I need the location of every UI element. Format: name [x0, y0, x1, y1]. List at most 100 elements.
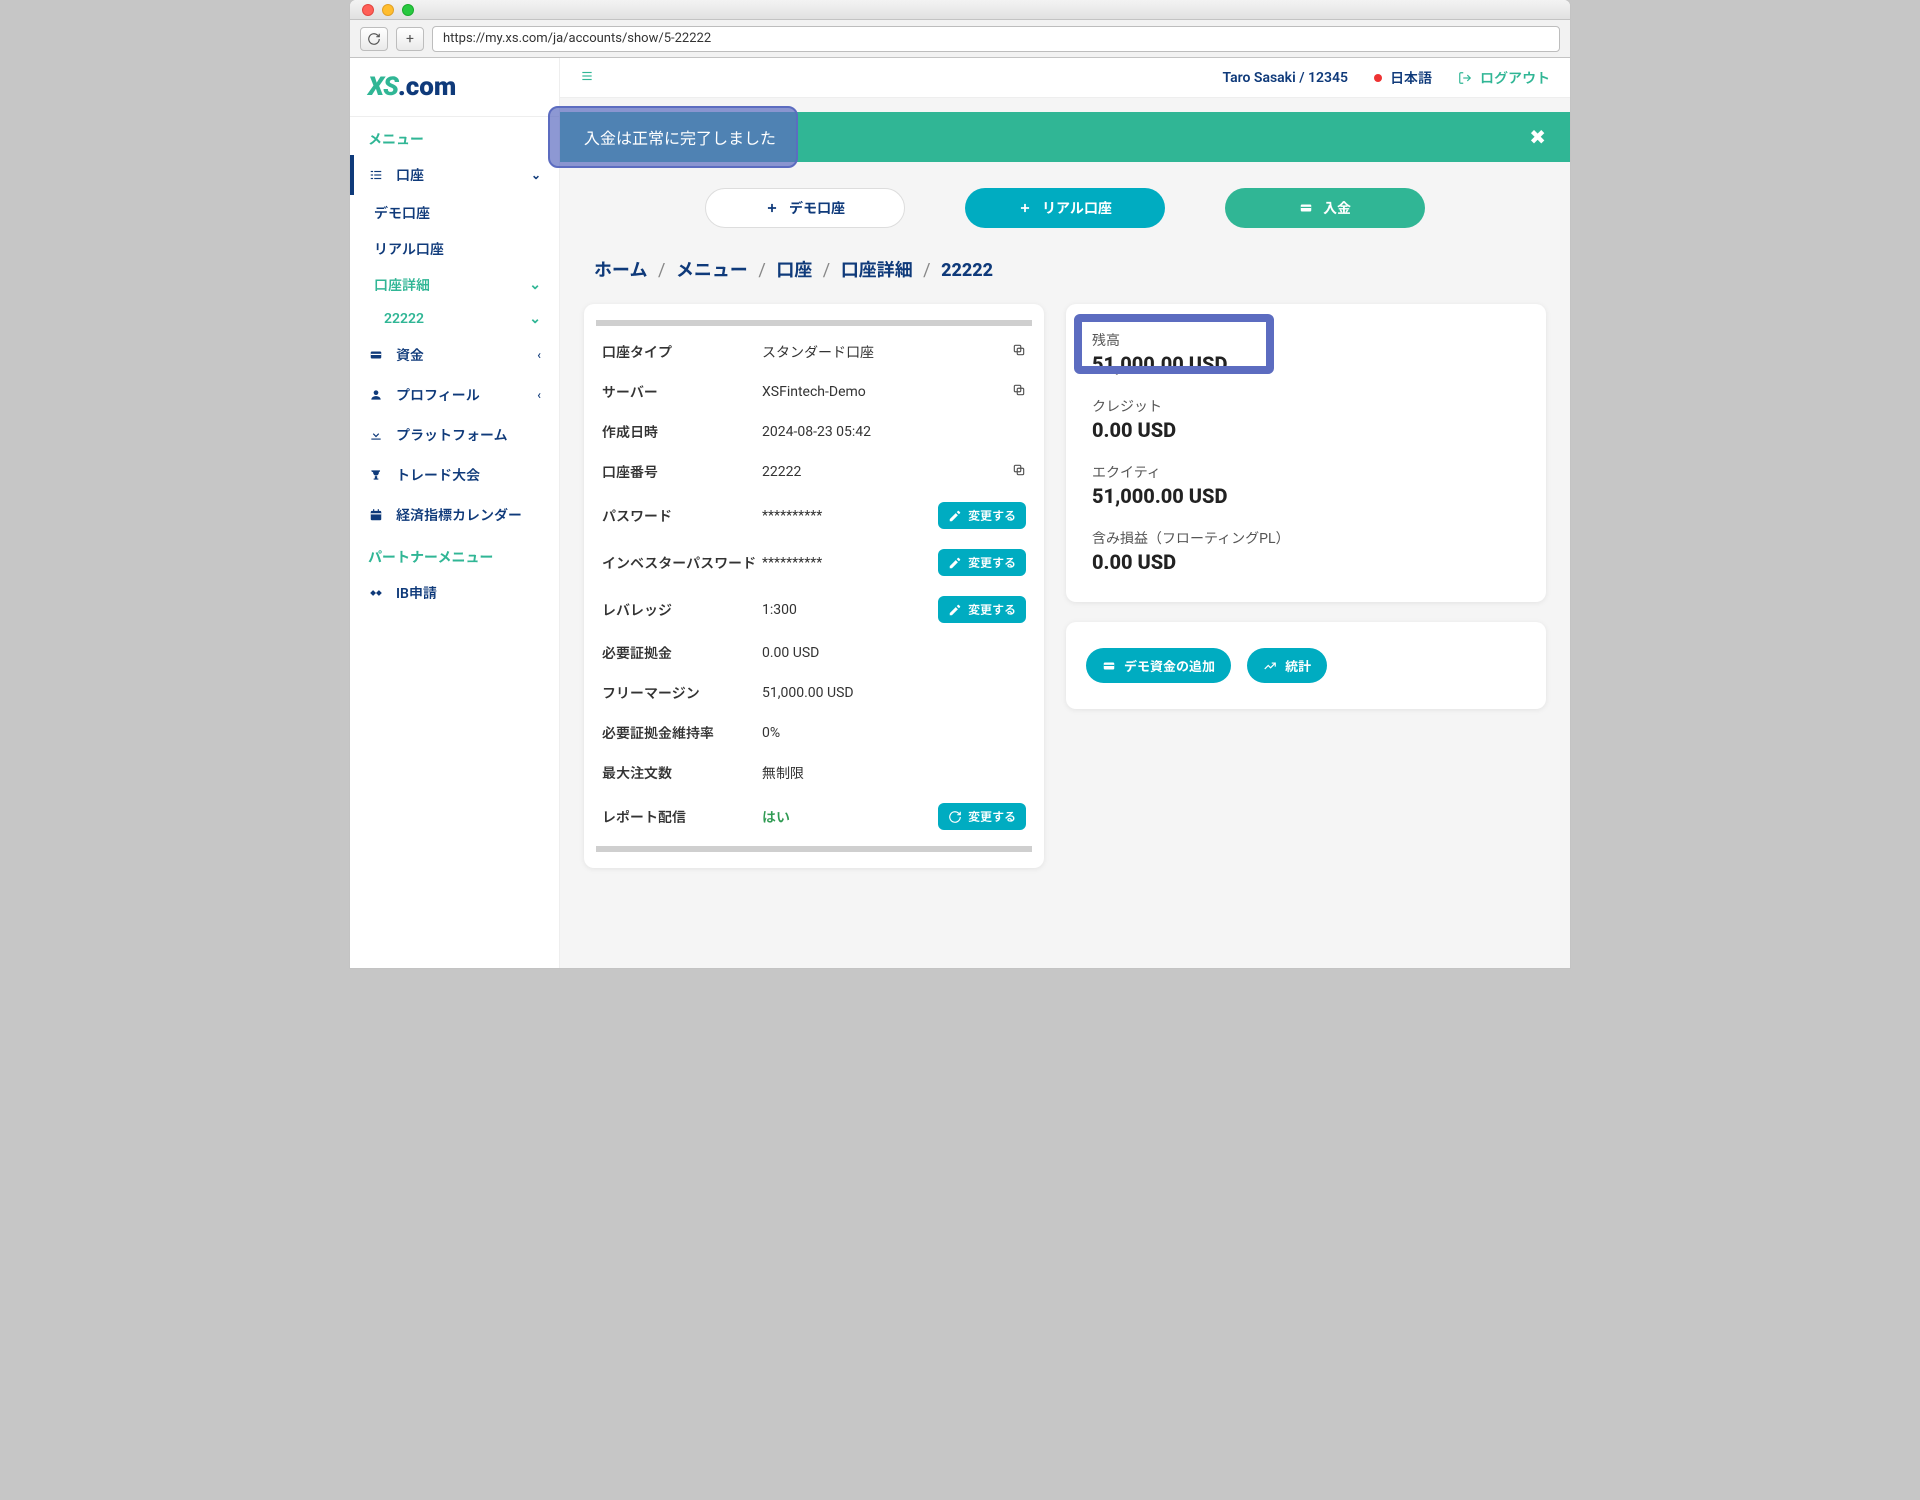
button-label: 統計: [1285, 656, 1311, 675]
crumb-current: 22222: [941, 260, 993, 281]
detail-label: 口座タイプ: [602, 342, 762, 362]
balance-label: 含み損益（フローティングPL）: [1092, 528, 1520, 548]
list-icon: [368, 167, 384, 183]
logout-label: ログアウト: [1480, 68, 1550, 88]
detail-value: **********: [762, 508, 938, 524]
balance-label: 残高: [1092, 330, 1520, 350]
window-close-dot[interactable]: [362, 4, 374, 16]
sidebar-item-ib[interactable]: IB申請: [350, 573, 559, 613]
button-label: デモ口座: [789, 198, 845, 218]
sidebar-section-menu: メニュー: [350, 117, 559, 155]
detail-row-password: パスワード ********** 変更する: [584, 492, 1044, 539]
balance-value: 51,000.00 USD: [1092, 484, 1520, 508]
add-demo-funds-button[interactable]: デモ資金の追加: [1086, 648, 1231, 683]
deposit-button[interactable]: 入金: [1225, 188, 1425, 228]
change-leverage-button[interactable]: 変更する: [938, 596, 1026, 623]
detail-label: フリーマージン: [602, 683, 762, 703]
url-bar[interactable]: https://my.xs.com/ja/accounts/show/5-222…: [432, 26, 1560, 52]
logout-button[interactable]: ログアウト: [1458, 68, 1550, 88]
balance-label: クレジット: [1092, 396, 1520, 416]
detail-row-margin: 必要証拠金 0.00 USD: [584, 633, 1044, 673]
sidebar-item-accounts[interactable]: 口座 ⌄: [350, 155, 559, 195]
sidebar-item-platform[interactable]: プラットフォーム: [350, 415, 559, 455]
topbar: Taro Sasaki / 12345 日本語 ログアウト: [560, 58, 1570, 98]
browser-window: + https://my.xs.com/ja/accounts/show/5-2…: [350, 0, 1570, 968]
sidebar-item-label: 22222: [384, 311, 424, 327]
logo-com: .com: [398, 72, 456, 102]
sidebar-item-label: 経済指標カレンダー: [396, 505, 522, 525]
copy-icon[interactable]: [1012, 343, 1026, 361]
main: Taro Sasaki / 12345 日本語 ログアウト 入金は正常に完了しま…: [560, 58, 1570, 968]
right-column: 残高 51,000.00 USD クレジット 0.00 USD エクイティ 51…: [1066, 304, 1546, 709]
copy-icon[interactable]: [1012, 383, 1026, 401]
sidebar-item-label: プラットフォーム: [396, 425, 508, 445]
chevron-down-icon: ⌄: [529, 277, 541, 293]
url-text: https://my.xs.com/ja/accounts/show/5-222…: [443, 31, 711, 46]
user-link[interactable]: Taro Sasaki / 12345: [1223, 70, 1349, 86]
scrollbar-top[interactable]: [596, 320, 1032, 326]
scrollbar-bottom[interactable]: [596, 846, 1032, 852]
sidebar-item-funds[interactable]: 資金 ‹: [350, 335, 559, 375]
detail-label: 作成日時: [602, 422, 762, 442]
language-selector[interactable]: 日本語: [1374, 68, 1432, 88]
detail-row-number: 口座番号 22222: [584, 452, 1044, 492]
copy-icon[interactable]: [1012, 463, 1026, 481]
sidebar-sub-real[interactable]: リアル口座: [350, 231, 559, 267]
new-tab-button[interactable]: +: [396, 27, 424, 51]
change-password-button[interactable]: 変更する: [938, 502, 1026, 529]
divider: /: [823, 260, 830, 281]
add-demo-account-button[interactable]: デモ口座: [705, 188, 905, 228]
breadcrumb: ホーム / メニュー / 口座 / 口座詳細 / 22222: [560, 238, 1570, 290]
close-icon[interactable]: ✖: [1529, 125, 1546, 149]
detail-label: サーバー: [602, 382, 762, 402]
sidebar-item-label: プロフィール: [396, 385, 480, 405]
detail-value: 1:300: [762, 602, 938, 618]
sidebar-item-trade-comp[interactable]: トレード大会: [350, 455, 559, 495]
button-label: 変更する: [968, 601, 1016, 618]
equity-block: エクイティ 51,000.00 USD: [1086, 452, 1526, 518]
crumb-details[interactable]: 口座詳細: [841, 260, 913, 281]
detail-label: 必要証拠金: [602, 643, 762, 663]
detail-label: 必要証拠金維持率: [602, 723, 762, 743]
download-icon: [368, 427, 384, 443]
handshake-icon: [368, 585, 384, 601]
button-label: 変更する: [968, 554, 1016, 571]
account-actions-card: デモ資金の追加 統計: [1066, 622, 1546, 709]
detail-value: 22222: [762, 464, 1012, 480]
language-label: 日本語: [1390, 68, 1432, 88]
sidebar-sub-details[interactable]: 口座詳細 ⌄: [350, 267, 559, 303]
button-label: リアル口座: [1042, 198, 1112, 218]
window-max-dot[interactable]: [402, 4, 414, 16]
change-investor-button[interactable]: 変更する: [938, 549, 1026, 576]
detail-row-max-orders: 最大注文数 無制限: [584, 753, 1044, 793]
crumb-accounts[interactable]: 口座: [776, 260, 812, 281]
logo[interactable]: XS.com: [350, 58, 559, 117]
change-report-button[interactable]: 変更する: [938, 803, 1026, 830]
detail-row-report: レポート配信 はい 変更する: [584, 793, 1044, 840]
menu-toggle-icon[interactable]: [580, 69, 594, 87]
banner-text: 入金は正常に完了しました: [584, 125, 776, 149]
divider: /: [923, 260, 930, 281]
detail-row-margin-level: 必要証拠金維持率 0%: [584, 713, 1044, 753]
content-row: 口座タイプ スタンダード口座 サーバー XSFintech-Demo: [560, 290, 1570, 892]
detail-value: スタンダード口座: [762, 342, 1012, 362]
crumb-home[interactable]: ホーム: [594, 260, 647, 281]
sidebar-section-partner: パートナーメニュー: [350, 535, 559, 573]
calendar-icon: [368, 507, 384, 523]
stats-button[interactable]: 統計: [1247, 648, 1327, 683]
sidebar-item-label: 口座: [396, 165, 424, 185]
detail-row-server: サーバー XSFintech-Demo: [584, 372, 1044, 412]
chevron-down-icon: ⌄: [529, 311, 541, 327]
sidebar-item-calendar[interactable]: 経済指標カレンダー: [350, 495, 559, 535]
window-min-dot[interactable]: [382, 4, 394, 16]
crumb-menu[interactable]: メニュー: [676, 260, 748, 281]
divider: /: [658, 260, 665, 281]
sidebar-item-profile[interactable]: プロフィール ‹: [350, 375, 559, 415]
sidebar-sub-demo[interactable]: デモ口座: [350, 195, 559, 231]
chevron-left-icon: ‹: [537, 388, 541, 402]
reload-button[interactable]: [360, 27, 388, 51]
add-real-account-button[interactable]: リアル口座: [965, 188, 1165, 228]
user-icon: [368, 387, 384, 403]
detail-label: レポート配信: [602, 807, 762, 827]
sidebar-sub-account-number[interactable]: 22222 ⌄: [350, 303, 559, 335]
